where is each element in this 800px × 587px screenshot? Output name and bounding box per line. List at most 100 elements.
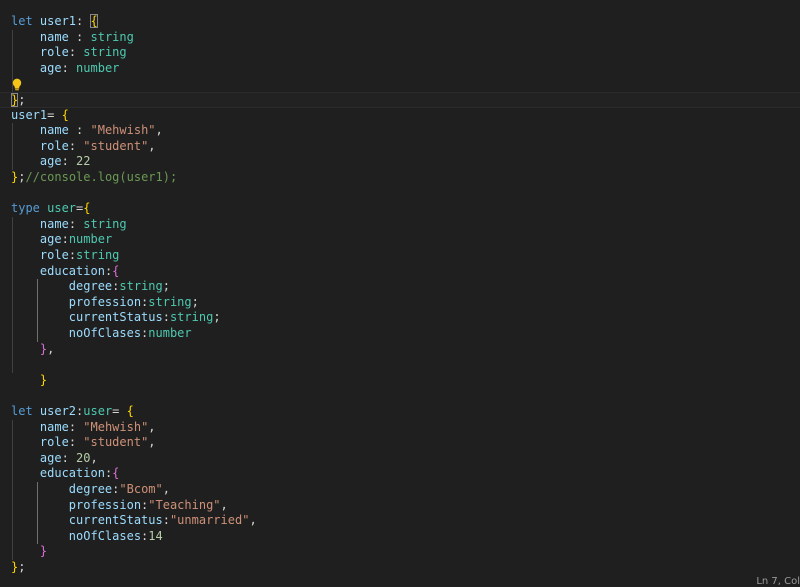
code-line-text: }	[11, 544, 47, 560]
token-type-name: string	[83, 216, 127, 231]
token-bracket: {	[126, 404, 134, 418]
token-bracket: {	[83, 201, 91, 216]
code-line-text: name : string	[11, 30, 134, 46]
code-line[interactable]: age: 22	[0, 154, 800, 170]
token-identifier: currentStatus	[68, 513, 163, 528]
token-punctuation: :	[61, 450, 77, 465]
token-punctuation	[11, 217, 40, 231]
token-identifier: age	[39, 232, 62, 247]
code-line[interactable]: profession:string;	[0, 295, 800, 311]
code-line-text: },	[11, 342, 54, 358]
token-punctuation: :	[68, 419, 84, 434]
code-line-text: degree:"Bcom",	[11, 482, 170, 498]
token-punctuation	[11, 498, 69, 512]
code-line-text: };//console.log(user1);	[11, 170, 177, 186]
code-line[interactable]: profession:"Teaching",	[0, 498, 800, 514]
token-identifier: user1	[11, 107, 48, 122]
code-line[interactable]	[0, 388, 800, 404]
token-keyword: type	[11, 201, 48, 216]
code-line[interactable]: role: "student",	[0, 435, 800, 451]
code-line[interactable]: type user={	[0, 201, 800, 217]
token-punctuation: ;	[213, 310, 221, 325]
token-punctuation: ;	[18, 560, 26, 574]
code-line[interactable]: }	[0, 544, 800, 560]
code-line[interactable]: let user1: {	[0, 14, 800, 30]
code-line-text: currentStatus:"unmarried",	[11, 513, 257, 529]
code-editor[interactable]: let user1: { name : string role: string …	[0, 0, 800, 587]
token-punctuation: ,	[249, 513, 257, 528]
code-line[interactable]	[0, 186, 800, 202]
token-punctuation: :	[68, 138, 84, 153]
token-string-literal: "student"	[83, 138, 149, 153]
token-type-name: user	[47, 201, 77, 216]
code-line-text: name: string	[11, 217, 127, 233]
code-line[interactable]: };	[0, 92, 800, 108]
code-line[interactable]	[0, 357, 800, 373]
token-punctuation	[11, 513, 69, 527]
code-line[interactable]: degree:string;	[0, 279, 800, 295]
token-punctuation	[11, 248, 40, 262]
code-line[interactable]: noOfClases:14	[0, 529, 800, 545]
lightbulb-icon[interactable]	[11, 78, 23, 92]
code-line[interactable]: user1= {	[0, 108, 800, 124]
token-string-literal: "Mehwish"	[83, 419, 149, 434]
token-keyword: let	[11, 404, 40, 418]
token-punctuation: ,	[148, 138, 156, 153]
code-line[interactable]: age:number	[0, 232, 800, 248]
code-line-text: age: 20,	[11, 451, 98, 467]
token-punctuation	[11, 232, 40, 246]
code-line[interactable]: currentStatus:"unmarried",	[0, 513, 800, 529]
token-punctuation: ,	[148, 419, 156, 434]
token-punctuation	[11, 123, 40, 137]
code-line[interactable]: age: number	[0, 61, 800, 77]
token-type-name: string	[148, 294, 192, 309]
token-identifier: role	[39, 45, 69, 60]
code-line[interactable]: education:{	[0, 264, 800, 280]
token-identifier: age	[39, 60, 62, 75]
code-line[interactable]: name: string	[0, 217, 800, 233]
code-line-text: age: number	[11, 60, 120, 77]
code-line[interactable]: education:{	[0, 466, 800, 482]
token-punctuation	[11, 451, 40, 465]
token-punctuation: :	[68, 45, 84, 60]
code-line[interactable]: let user2:user= {	[0, 404, 800, 420]
cursor-position-status[interactable]: Ln 7, Col	[756, 577, 800, 587]
code-line[interactable]: role: "student",	[0, 139, 800, 155]
token-bracket: {	[112, 263, 120, 278]
token-punctuation: ;	[18, 93, 26, 107]
token-bracket: {	[61, 107, 69, 122]
code-line[interactable]: name : string	[0, 30, 800, 46]
code-line-text: education:{	[11, 263, 120, 280]
code-line[interactable]: },	[0, 342, 800, 358]
token-type-name: string	[169, 310, 214, 325]
token-punctuation	[11, 279, 69, 293]
code-line[interactable]: role: string	[0, 45, 800, 61]
token-identifier: age	[39, 154, 62, 169]
token-identifier: role	[39, 248, 69, 262]
code-line[interactable]: age: 20,	[0, 451, 800, 467]
code-line[interactable]: currentStatus:string;	[0, 310, 800, 326]
code-line[interactable]: name : "Mehwish",	[0, 123, 800, 139]
token-number-literal: 14	[148, 528, 163, 543]
code-line[interactable]: };//console.log(user1);	[0, 170, 800, 186]
code-line[interactable]: degree:"Bcom",	[0, 482, 800, 498]
code-line[interactable]: name: "Mehwish",	[0, 420, 800, 436]
code-line[interactable]: }	[0, 373, 800, 389]
token-string-literal: "Teaching"	[148, 497, 221, 512]
token-bracket: {	[112, 466, 120, 481]
token-punctuation: :	[68, 435, 84, 450]
token-punctuation	[11, 295, 69, 309]
token-punctuation	[11, 373, 40, 387]
token-punctuation: :	[68, 29, 91, 44]
code-line[interactable]: noOfClases:number	[0, 326, 800, 342]
code-line[interactable]	[0, 76, 800, 92]
code-line-text: profession:"Teaching",	[11, 498, 228, 514]
token-comment: //console.log(user1);	[25, 170, 178, 184]
code-line[interactable]: role:string	[0, 248, 800, 264]
token-identifier: noOfClases	[68, 326, 142, 340]
token-identifier: degree	[68, 279, 113, 294]
token-punctuation	[11, 310, 69, 324]
token-string-literal: "unmarried"	[169, 513, 250, 528]
token-keyword: let	[11, 14, 40, 28]
code-line[interactable]: };	[0, 560, 800, 576]
